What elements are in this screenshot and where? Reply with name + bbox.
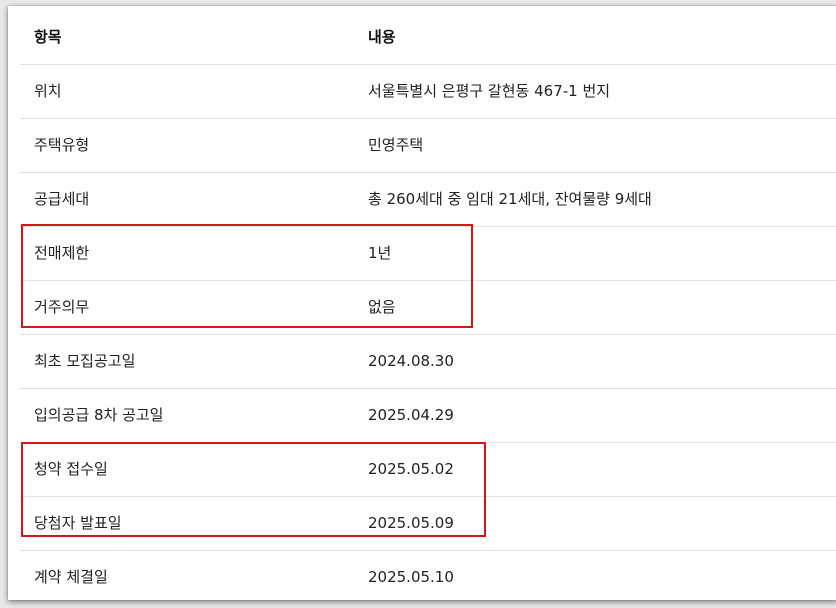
table-row: 위치 서울특별시 은평구 갈현동 467-1 번지 xyxy=(20,64,836,119)
table-row: 청약 접수일 2025.05.02 xyxy=(20,442,836,497)
table-row: 입의공급 8차 공고일 2025.04.29 xyxy=(20,388,836,443)
table-row: 공급세대 총 260세대 중 임대 21세대, 잔여물량 9세대 xyxy=(20,172,836,227)
table-row: 주택유형 민영주택 xyxy=(20,118,836,173)
row-value: 2025.05.02 xyxy=(368,460,454,478)
row-key: 당첨자 발표일 xyxy=(34,514,122,532)
row-key: 계약 체결일 xyxy=(34,568,108,586)
header-value: 내용 xyxy=(368,28,396,46)
table-row: 당첨자 발표일 2025.05.09 xyxy=(20,496,836,551)
row-key: 최초 모집공고일 xyxy=(34,352,136,370)
row-key: 청약 접수일 xyxy=(34,460,108,478)
row-value: 서울특별시 은평구 갈현동 467-1 번지 xyxy=(368,82,611,100)
row-value: 1년 xyxy=(368,244,392,262)
row-key: 주택유형 xyxy=(34,136,90,154)
row-key: 위치 xyxy=(34,82,62,100)
row-value: 2025.05.09 xyxy=(368,514,454,532)
table-row: 거주의무 없음 xyxy=(20,280,836,335)
row-key: 거주의무 xyxy=(34,298,90,316)
row-value: 총 260세대 중 임대 21세대, 잔여물량 9세대 xyxy=(368,190,652,208)
table-row: 최초 모집공고일 2024.08.30 xyxy=(20,334,836,389)
row-key: 공급세대 xyxy=(34,190,90,208)
table-header-row: 항목 내용 xyxy=(20,10,836,65)
row-value: 2024.08.30 xyxy=(368,352,454,370)
row-value: 민영주택 xyxy=(368,136,424,154)
row-value: 없음 xyxy=(368,298,396,316)
row-value: 2025.04.29 xyxy=(368,406,454,424)
info-table: 항목 내용 위치 서울특별시 은평구 갈현동 467-1 번지 주택유형 민영주… xyxy=(8,6,836,600)
row-key: 입의공급 8차 공고일 xyxy=(34,406,164,424)
row-key: 전매제한 xyxy=(34,244,90,262)
row-value: 2025.05.10 xyxy=(368,568,454,586)
table-row: 계약 체결일 2025.05.10 xyxy=(20,550,836,600)
table-row: 전매제한 1년 xyxy=(20,226,836,281)
header-key: 항목 xyxy=(34,28,62,46)
